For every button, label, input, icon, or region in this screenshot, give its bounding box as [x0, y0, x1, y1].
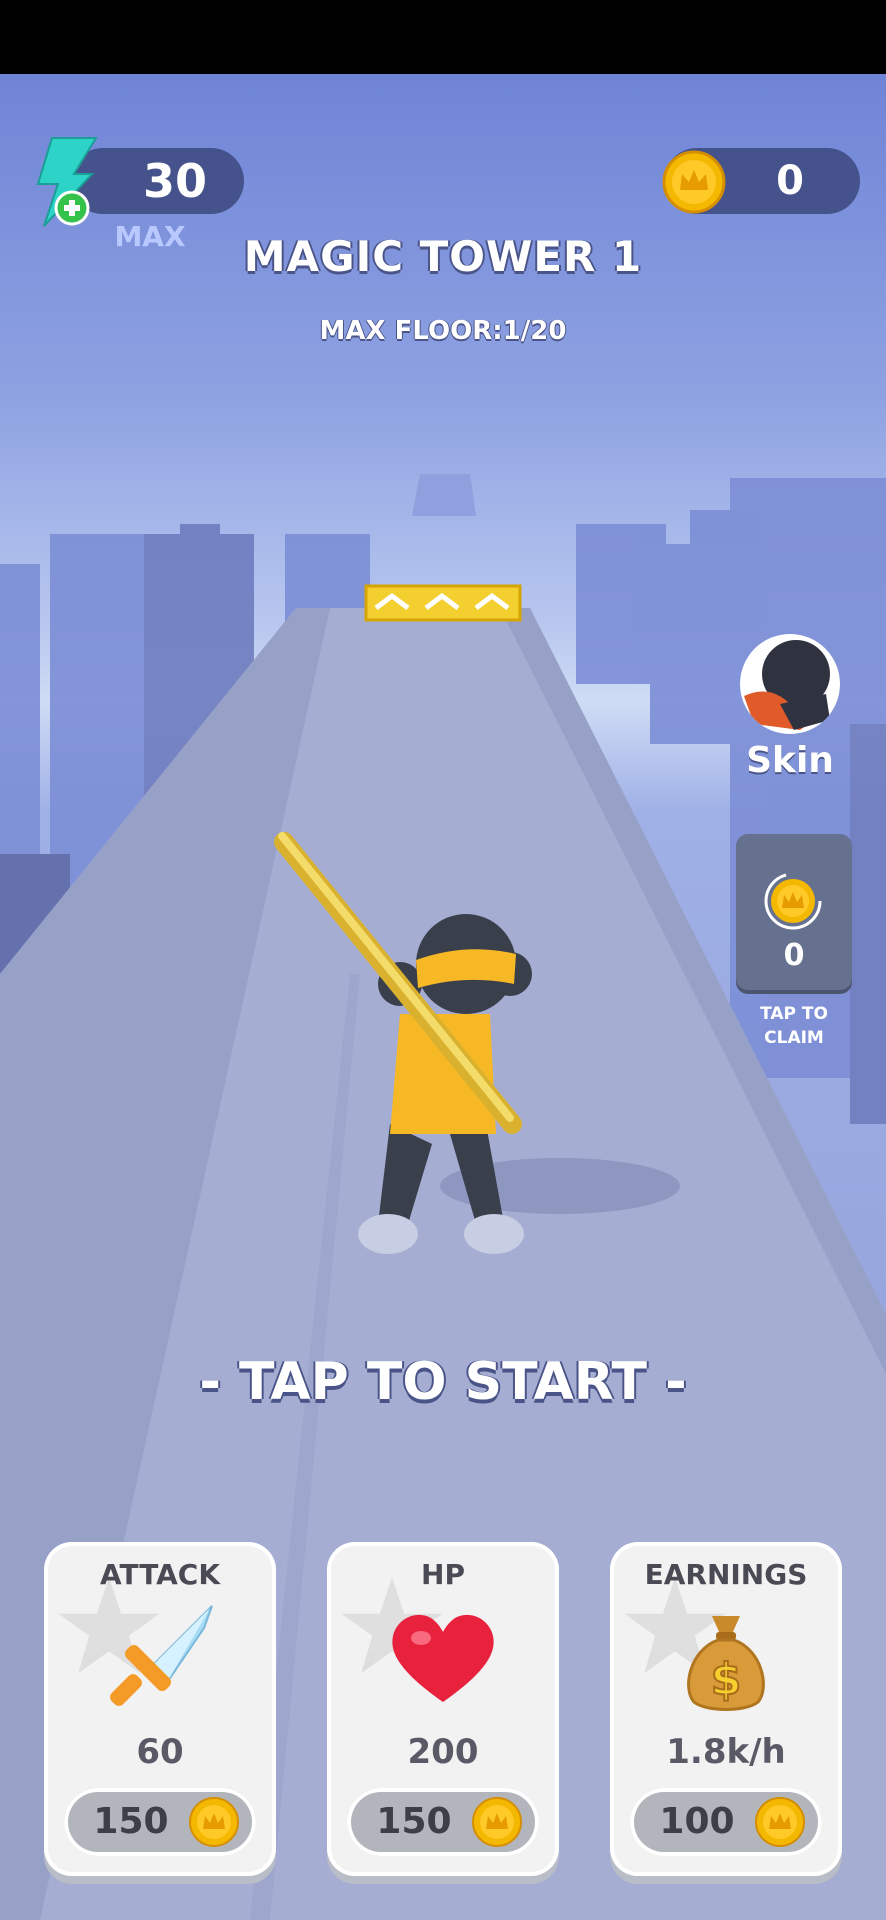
crown-coin-icon: [662, 150, 726, 214]
tap-to-claim-label[interactable]: TAP TO CLAIM: [726, 1002, 862, 1050]
lightning-bolt-icon[interactable]: [30, 136, 102, 228]
max-floor-label: MAX FLOOR:1/20: [319, 316, 567, 346]
upgrade-title: EARNINGS: [644, 1558, 808, 1591]
buy-price: 150: [376, 1801, 452, 1842]
sword-icon: [110, 1605, 213, 1706]
money-bag-icon: $: [687, 1616, 765, 1711]
skin-label[interactable]: Skin: [730, 740, 850, 781]
status-bar: [0, 0, 886, 74]
buy-attack-button[interactable]: 150: [64, 1788, 256, 1856]
crown-coin-icon: [189, 1797, 239, 1847]
claim-coin-icon: [764, 872, 822, 930]
upgrade-card-earnings[interactable]: EARNINGS $ 1.8k/h 100: [610, 1542, 842, 1876]
coin-value: 0: [776, 158, 804, 204]
svg-text:$: $: [711, 1654, 742, 1705]
energy-value: 30: [142, 154, 207, 208]
buy-hp-button[interactable]: 150: [347, 1788, 539, 1856]
upgrade-card-hp[interactable]: HP 200 150: [327, 1542, 559, 1876]
level-title: MAGIC TOWER 1: [243, 232, 643, 281]
buy-price: 100: [659, 1801, 735, 1842]
crown-coin-icon: [755, 1797, 805, 1847]
crown-coin-icon: [472, 1797, 522, 1847]
tap-to-start-prompt[interactable]: - TAP TO START -: [0, 1352, 886, 1412]
heart-icon: [392, 1614, 494, 1702]
upgrade-value: 1.8k/h: [666, 1732, 786, 1772]
upgrade-title: HP: [421, 1558, 465, 1591]
character-avatar-icon: [744, 640, 830, 730]
skin-button[interactable]: [740, 634, 840, 734]
buy-price: 150: [93, 1801, 169, 1842]
buy-earnings-button[interactable]: 100: [630, 1788, 822, 1856]
upgrade-value: 60: [136, 1732, 184, 1772]
upgrade-value: 200: [407, 1732, 479, 1772]
upgrade-title: ATTACK: [99, 1558, 221, 1591]
upgrade-card-attack[interactable]: ATTACK 60 150: [44, 1542, 276, 1876]
claim-value: 0: [783, 938, 805, 973]
